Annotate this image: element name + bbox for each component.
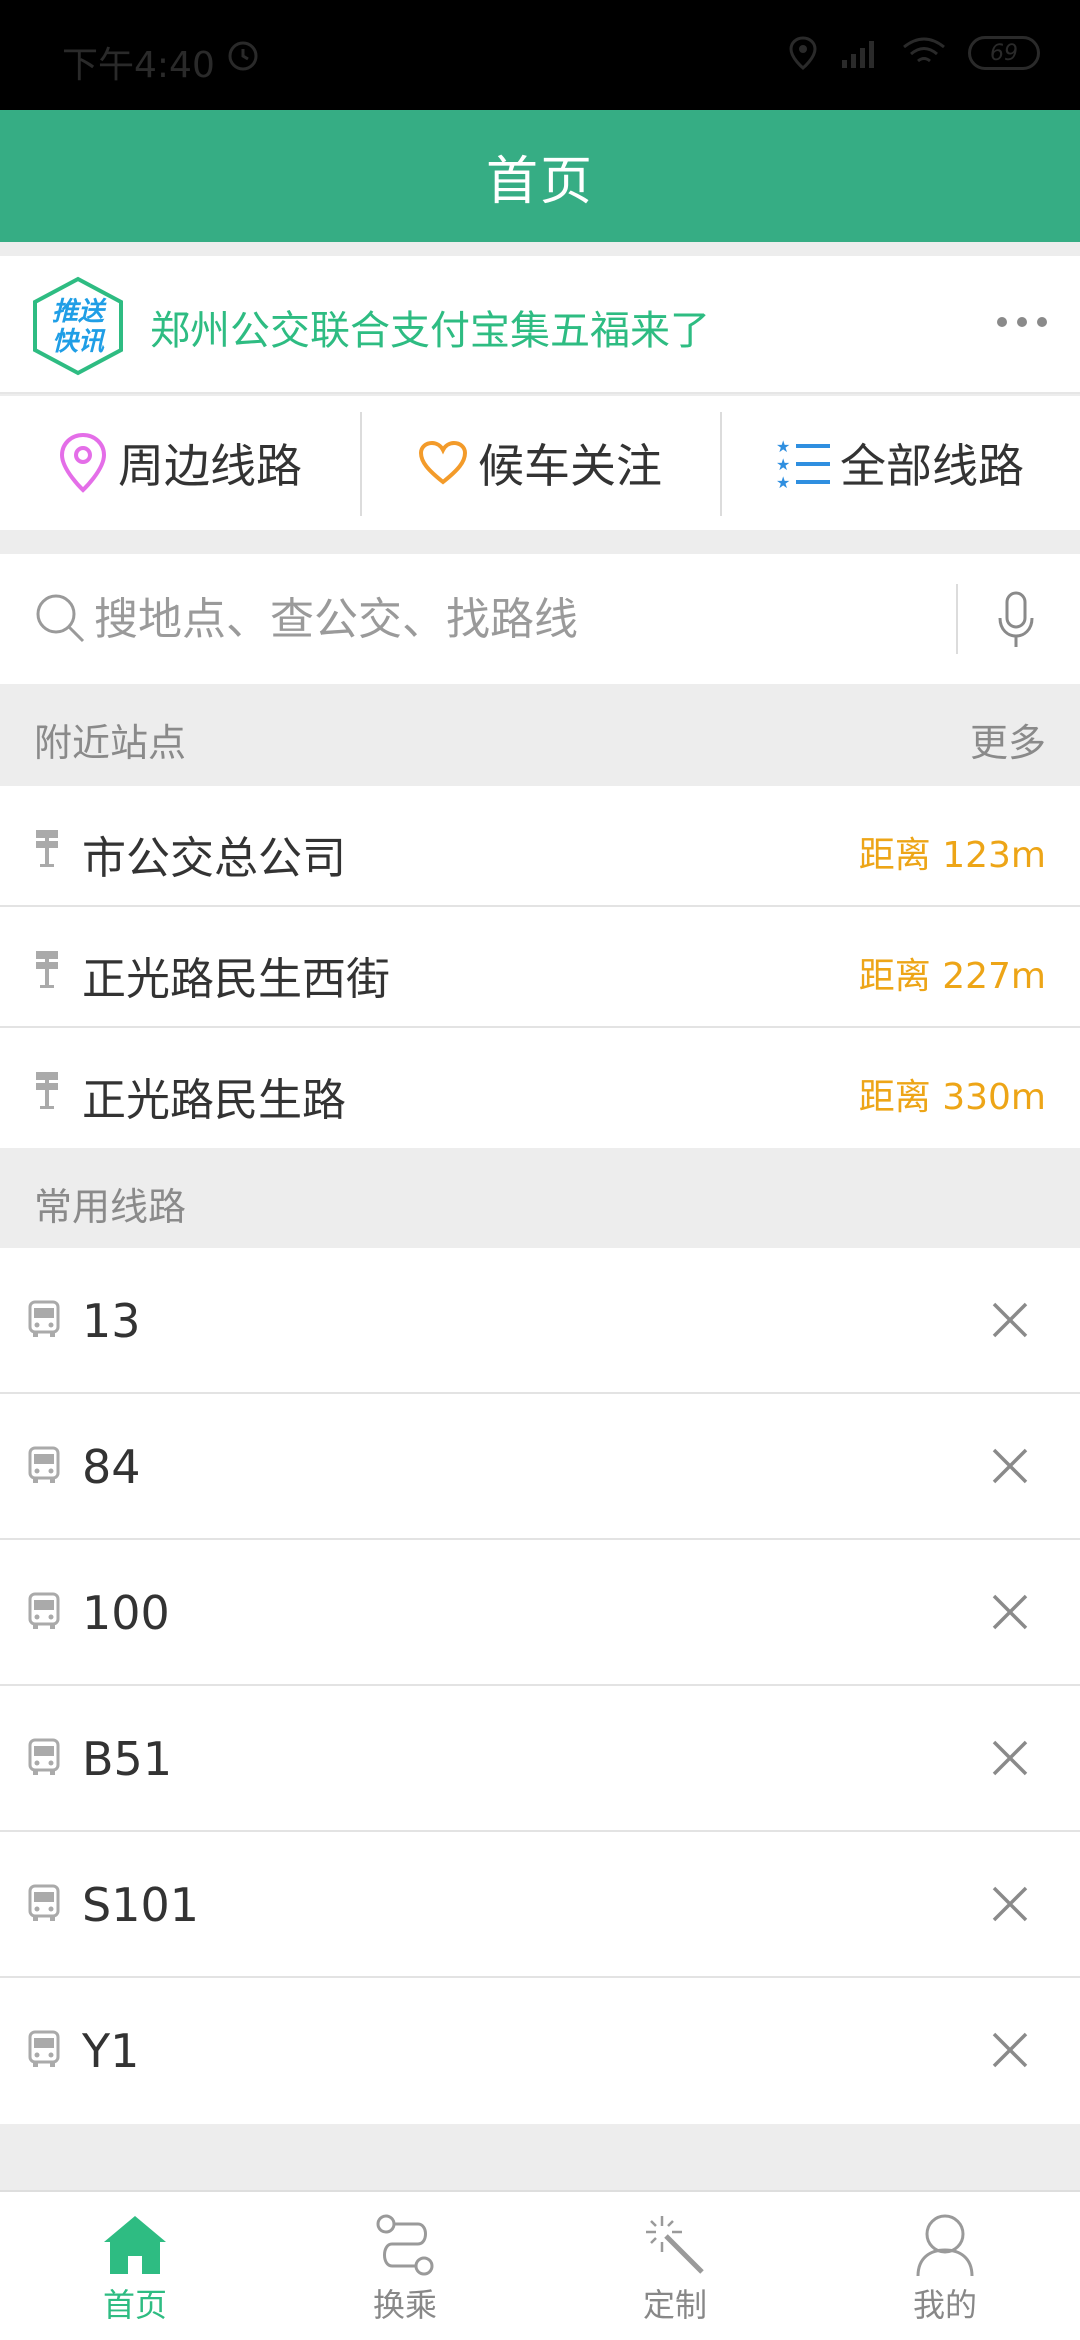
quick-entry-label: 周边线路 [118,439,302,493]
common-route-list: 13 84 100 B51 S101 Y1 [0,1248,1080,2124]
bus-icon [28,1738,60,1775]
station-name: 市公交总公司 [82,833,346,884]
list-icon: ★ ★ ★ [776,438,830,488]
push-news-banner[interactable]: 推送 快讯 郑州公交联合支付宝集五福来了 [0,256,1080,394]
battery-level: 69 [990,40,1018,66]
status-time: 下午4:40 [62,45,215,86]
bus-icon [28,1446,60,1483]
bus-stop-sign-icon [36,830,58,867]
nav-tab-custom[interactable]: 定制 [540,2192,810,2340]
route-item[interactable]: 100 [0,1540,1080,1686]
more-dots-icon[interactable] [996,312,1048,332]
route-item[interactable]: B51 [0,1686,1080,1832]
route-number: 13 [82,1294,141,1348]
quick-entry-nearby-lines[interactable]: 周边线路 [0,396,360,530]
route-item[interactable]: Y1 [0,1978,1080,2124]
nav-tab-label: 换乘 [372,2286,437,2324]
person-icon [916,2214,974,2277]
bus-icon [28,1884,60,1921]
nav-tab-home[interactable]: 首页 [0,2192,270,2340]
nav-tab-label: 我的 [912,2286,977,2324]
search-input[interactable] [92,584,932,654]
svg-text:★: ★ [776,473,790,488]
close-icon[interactable] [990,1592,1030,1632]
nav-tab-label: 首页 [102,2286,167,2324]
station-name: 正光路民生西街 [82,954,390,1005]
nearby-section-header: 附近站点 更多 [0,684,1080,784]
page-title: 首页 [485,151,594,212]
svg-text:★: ★ [776,438,790,456]
route-number: B51 [82,1732,173,1786]
transfer-icon [376,2214,434,2276]
wifi-icon [903,37,945,63]
search-bar [0,554,1080,684]
nearby-title: 附近站点 [34,721,187,765]
status-bar: 下午4:40 69 [0,0,1080,110]
bus-stop-sign-icon [36,951,58,988]
nav-tab-label: 定制 [642,2286,707,2324]
location-status-icon [789,36,817,70]
svg-text:★: ★ [776,455,790,474]
station-item[interactable]: 市公交总公司 距离 123m [0,786,1080,907]
status-icons: 69 [788,36,1040,70]
route-number: 84 [82,1440,141,1494]
route-item[interactable]: 13 [0,1248,1080,1394]
close-icon[interactable] [990,1884,1030,1924]
heart-icon [418,440,468,485]
station-item[interactable]: 正光路民生路 距离 330m [0,1028,1080,1149]
battery-icon: 69 [968,36,1040,70]
badge-line2: 快讯 [52,327,106,357]
close-icon[interactable] [990,2030,1030,2070]
route-item[interactable]: S101 [0,1832,1080,1978]
station-distance: 距离 330m [858,1077,1046,1118]
route-item[interactable]: 84 [0,1394,1080,1540]
station-item[interactable]: 正光路民生西街 距离 227m [0,907,1080,1028]
bus-icon [28,2030,60,2067]
home-icon [104,2216,166,2274]
route-number: 100 [82,1586,170,1640]
quick-entry-label: 全部线路 [840,439,1024,493]
bus-icon [28,1592,60,1629]
station-name: 正光路民生路 [82,1075,346,1126]
badge-line1: 推送 [52,297,107,327]
push-news-badge-icon: 推送 快讯 [33,276,123,376]
search-divider [956,584,958,654]
nearby-station-list: 市公交总公司 距离 123m 正光路民生西街 距离 227m 正光路民生路 距离… [0,786,1080,1149]
route-number: S101 [82,1878,199,1932]
nearby-more-link[interactable]: 更多 [970,712,1046,767]
common-routes-section-header: 常用线路 [0,1148,1080,1248]
news-headline[interactable]: 郑州公交联合支付宝集五福来了 [150,298,710,356]
microphone-icon[interactable] [996,590,1036,650]
search-icon [36,594,85,643]
common-routes-title: 常用线路 [34,1185,187,1229]
quick-entry-all-lines[interactable]: ★ ★ ★ 全部线路 [720,396,1080,530]
close-icon[interactable] [990,1300,1030,1340]
bus-icon [28,1300,60,1337]
nav-tab-transfer[interactable]: 换乘 [270,2192,540,2340]
bus-stop-sign-icon [36,1072,58,1109]
close-icon[interactable] [990,1446,1030,1486]
location-pin-icon [59,432,107,493]
quick-entries: 周边线路 候车关注 ★ ★ ★ 全部线路 [0,396,1080,530]
nav-tab-mine[interactable]: 我的 [810,2192,1080,2340]
alarm-icon [228,41,258,71]
route-number: Y1 [82,2024,140,2078]
app-header: 首页 [0,110,1080,242]
quick-entry-watch[interactable]: 候车关注 [360,396,720,530]
quick-entry-label: 候车关注 [478,439,662,493]
station-distance: 距离 227m [858,956,1046,997]
station-distance: 距离 123m [858,835,1046,876]
close-icon[interactable] [990,1738,1030,1778]
signal-icon [842,41,874,68]
magic-wand-icon [646,2216,704,2274]
bottom-navigation: 首页 换乘 定制 我的 [0,2190,1080,2340]
